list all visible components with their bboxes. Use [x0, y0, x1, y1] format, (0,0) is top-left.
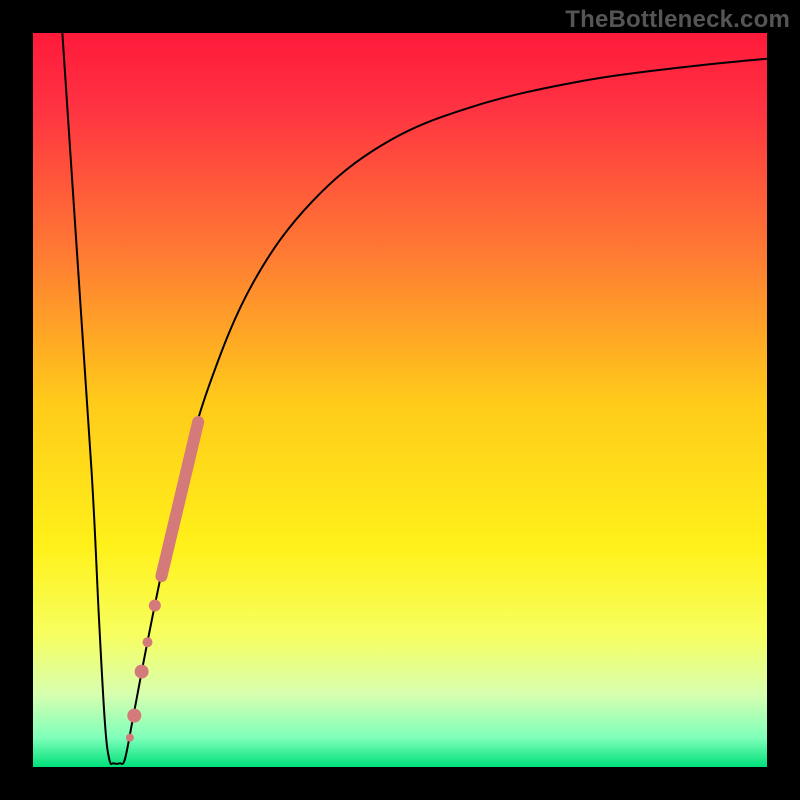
dot-4 [127, 709, 141, 723]
plot-area [33, 33, 767, 767]
chart-svg [33, 33, 767, 767]
chart-frame: TheBottleneck.com [0, 0, 800, 800]
dot-3 [135, 665, 149, 679]
watermark-text: TheBottleneck.com [565, 6, 790, 34]
dot-1 [149, 600, 161, 612]
dot-5 [126, 734, 134, 742]
dot-2 [143, 637, 153, 647]
gradient-background [33, 33, 767, 767]
